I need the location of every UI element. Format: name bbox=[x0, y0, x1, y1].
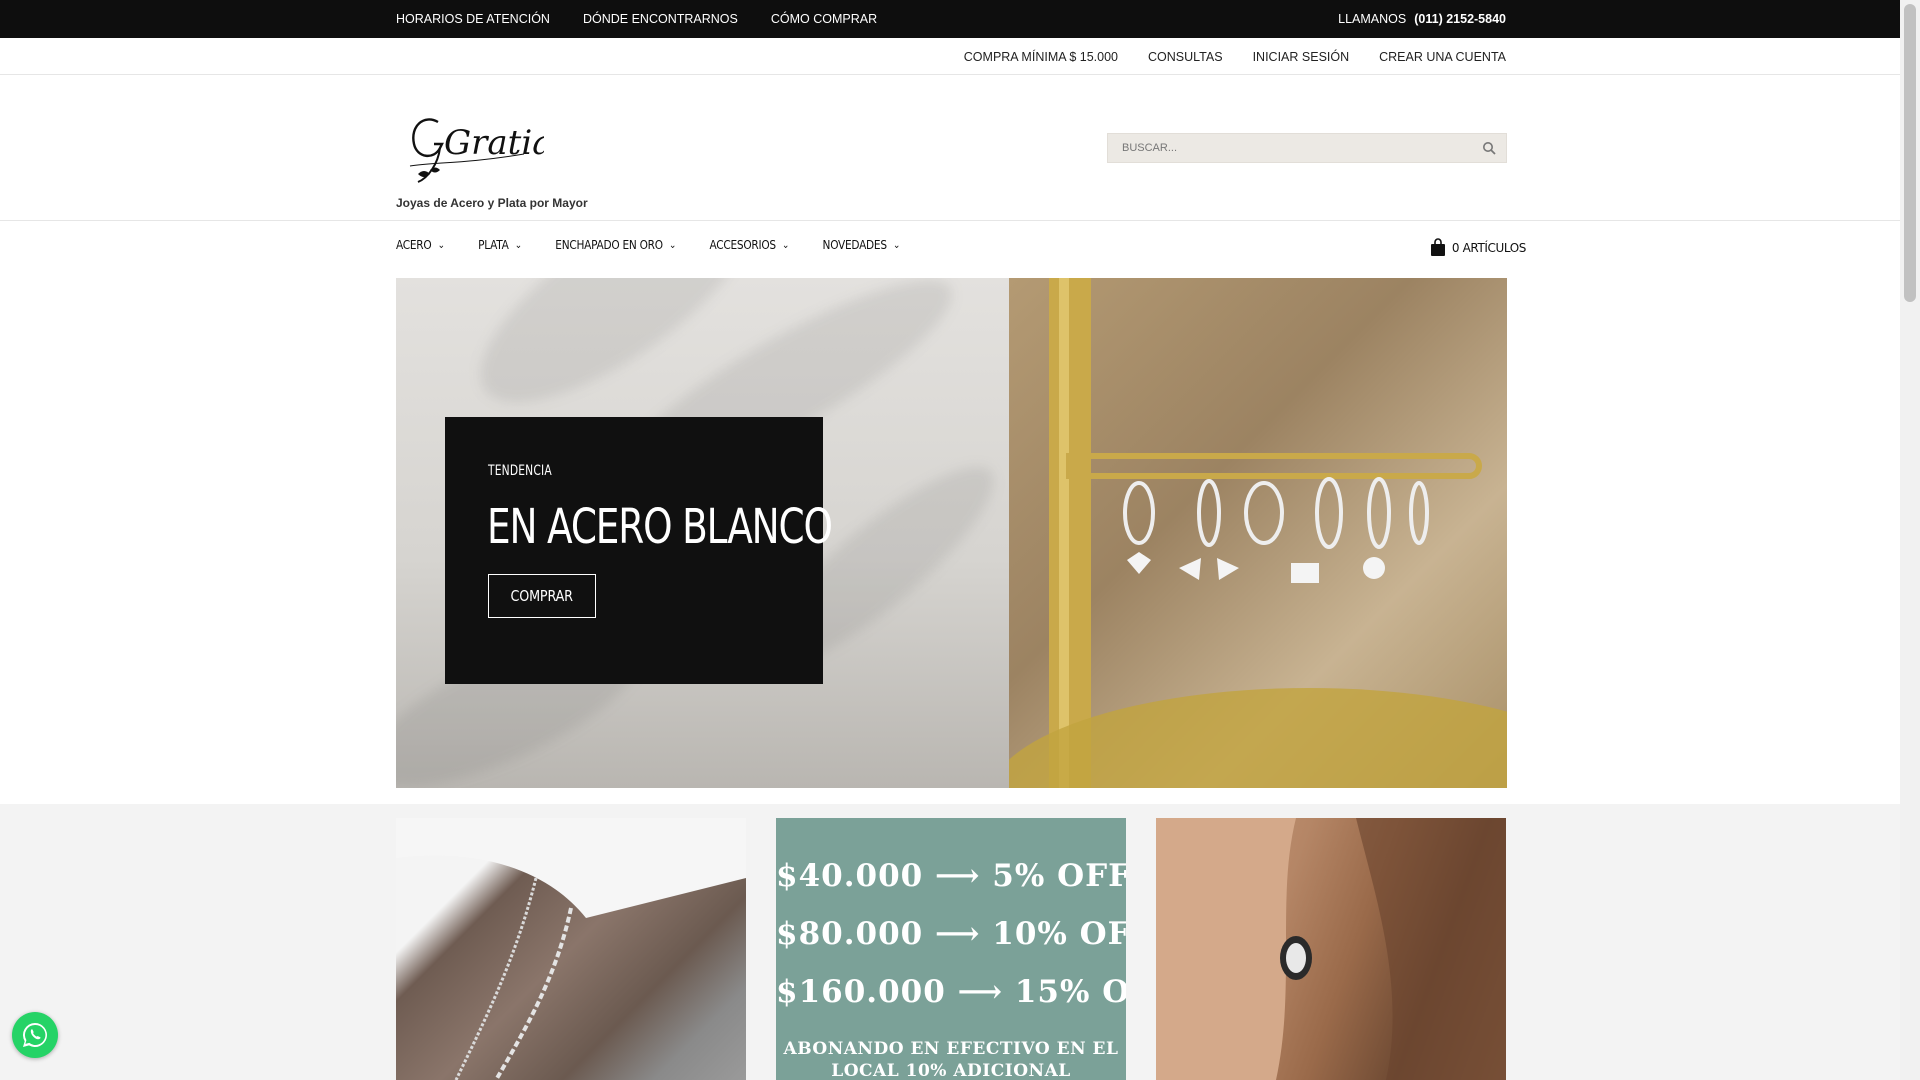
top-link-como-comprar[interactable]: CÓMO COMPRAR bbox=[771, 12, 877, 26]
page-scrollbar[interactable] bbox=[1900, 0, 1920, 1080]
min-purchase-text: COMPRA MÍNIMA $ 15.000 bbox=[963, 50, 1119, 64]
cart-button[interactable]: 0 ARTÍCULOS bbox=[1430, 238, 1526, 257]
hero-banner[interactable]: TENDENCIA EN ACERO BLANCO COMPRAR bbox=[396, 278, 1507, 788]
promo-note: ABONANDO EN EFECTIVO EN EL LOCAL 10% ADI… bbox=[783, 1039, 1119, 1080]
nav-label: ACCESORIOS bbox=[709, 238, 777, 252]
promo-off: OFF bbox=[1102, 974, 1126, 1010]
arrow-right-icon: ⟶ bbox=[935, 916, 993, 952]
nav-item-novedades[interactable]: NOVEDADES ⌄ bbox=[823, 238, 901, 252]
chevron-down-icon: ⌄ bbox=[437, 239, 445, 251]
chevron-down-icon: ⌄ bbox=[781, 239, 790, 251]
logo-text: Gratia bbox=[444, 123, 544, 163]
header-divider bbox=[0, 220, 1900, 221]
chevron-down-icon: ⌄ bbox=[892, 239, 901, 251]
shopping-bag-icon bbox=[1430, 238, 1445, 256]
nav-label: ENCHAPADO EN ORO bbox=[555, 238, 663, 252]
hero-eyebrow: TENDENCIA bbox=[488, 463, 552, 479]
top-bar: HORARIOS DE ATENCIÓN DÓNDE ENCONTRARNOS … bbox=[0, 0, 1900, 38]
chevron-down-icon: ⌄ bbox=[514, 239, 522, 251]
arrow-right-icon: ⟶ bbox=[957, 974, 1015, 1010]
nav-label: ACERO bbox=[396, 238, 432, 252]
promo-off: OFF bbox=[1057, 858, 1126, 894]
chevron-down-icon: ⌄ bbox=[668, 239, 677, 251]
promo-off: OFF bbox=[1079, 916, 1126, 952]
register-link[interactable]: CREAR UNA CUENTA bbox=[1379, 50, 1506, 64]
search-input[interactable] bbox=[1108, 134, 1458, 162]
hero-button-label: COMPRAR bbox=[510, 587, 574, 605]
nav-item-enchapado[interactable]: ENCHAPADO EN ORO ⌄ bbox=[555, 238, 676, 252]
promo-amount: $80.000 bbox=[776, 916, 924, 952]
account-bar: COMPRA MÍNIMA $ 15.000 CONSULTAS INICIAR… bbox=[0, 38, 1900, 75]
promo-tile[interactable]: $40.000 ⟶ 5% OFF $80.000 ⟶ 10% OFF $160.… bbox=[776, 818, 1126, 1080]
promo-amount: $160.000 bbox=[776, 974, 946, 1010]
nav-label: PLATA bbox=[478, 238, 509, 252]
call-label: LLAMANOS bbox=[1338, 12, 1407, 26]
hero-buy-button[interactable]: COMPRAR bbox=[488, 574, 596, 618]
search-icon[interactable] bbox=[1482, 141, 1496, 155]
earring-image-tile[interactable] bbox=[1156, 818, 1506, 1080]
phone-number[interactable]: (011) 2152-5840 bbox=[1414, 12, 1506, 26]
hero-title: EN ACERO BLANCO bbox=[487, 499, 833, 555]
promo-line-2: $80.000 ⟶ 10% OFF bbox=[776, 916, 1126, 952]
scrollbar-thumb[interactable] bbox=[1904, 4, 1916, 302]
promo-discount: 15% bbox=[1014, 974, 1091, 1010]
promo-amount: $40.000 bbox=[776, 858, 924, 894]
main-nav: ACERO ⌄ PLATA ⌄ ENCHAPADO EN ORO ⌄ ACCES… bbox=[396, 238, 934, 252]
whatsapp-icon bbox=[22, 1023, 47, 1047]
cart-count: 0 ARTÍCULOS bbox=[1451, 240, 1526, 255]
promo-line-1: $40.000 ⟶ 5% OFF bbox=[776, 858, 1126, 894]
logo-graphic: Gratia bbox=[409, 118, 544, 183]
whatsapp-button[interactable] bbox=[12, 1012, 58, 1058]
nav-item-acero[interactable]: ACERO ⌄ bbox=[396, 238, 445, 252]
nav-item-plata[interactable]: PLATA ⌄ bbox=[478, 238, 522, 252]
promo-discount: 5% bbox=[992, 858, 1046, 894]
top-link-horarios[interactable]: HORARIOS DE ATENCIÓN bbox=[396, 12, 550, 26]
search-box bbox=[1107, 133, 1507, 163]
promo-discount: 10% bbox=[992, 916, 1068, 952]
arrow-right-icon: ⟶ bbox=[935, 858, 993, 894]
top-link-donde[interactable]: DÓNDE ENCONTRARNOS bbox=[583, 12, 738, 26]
nav-label: NOVEDADES bbox=[822, 238, 887, 252]
bracelet-image-tile[interactable] bbox=[396, 818, 746, 1080]
consultas-link[interactable]: CONSULTAS bbox=[1148, 50, 1223, 64]
login-link[interactable]: INICIAR SESIÓN bbox=[1253, 50, 1350, 64]
promo-line-3: $160.000 ⟶ 15% OFF bbox=[776, 974, 1126, 1010]
hero-earrings-image bbox=[990, 278, 1507, 788]
hero-card: TENDENCIA EN ACERO BLANCO COMPRAR bbox=[445, 417, 833, 684]
nav-item-accesorios[interactable]: ACCESORIOS ⌄ bbox=[710, 238, 790, 252]
tagline: Joyas de Acero y Plata por Mayor bbox=[396, 196, 588, 210]
